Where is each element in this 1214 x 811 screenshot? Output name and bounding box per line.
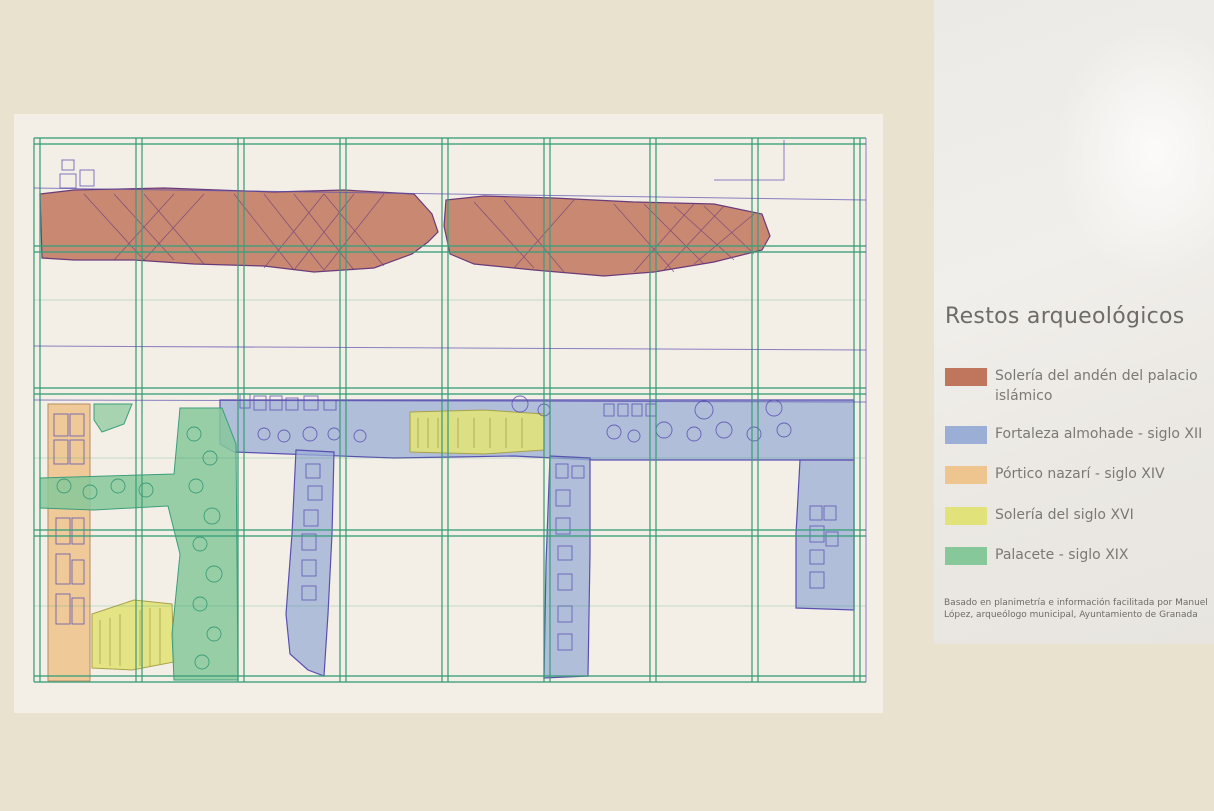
decorative-glow (1054, 20, 1214, 280)
islamic-pavement-east (443, 195, 771, 277)
pavement-xvi-south (91, 599, 175, 671)
almohad-tower-c (795, 459, 855, 611)
swatch-blue-icon (945, 426, 987, 444)
swatch-orange-icon (945, 466, 987, 484)
legend-panel: Restos arqueológicos Solería del andén d… (934, 0, 1214, 644)
palacete-north-fragment (93, 403, 133, 433)
swatch-green-icon (945, 547, 987, 565)
remains-layers (39, 159, 855, 682)
legend-title: Restos arqueológicos (945, 304, 1185, 329)
almohad-tower-a (285, 449, 335, 677)
legend-label: Fortaleza almohade - siglo XII (995, 426, 1203, 442)
legend-label: Solería del siglo XVI (995, 507, 1134, 523)
legend-label: Palacete - siglo XIX (995, 547, 1129, 563)
swatch-red-icon (945, 368, 987, 386)
legend-label: Pórtico nazarí - siglo XIV (995, 466, 1165, 482)
site-plan (14, 114, 883, 713)
almohad-tower-b (543, 455, 591, 679)
source-credit: Basado en planimetría e información faci… (944, 598, 1208, 620)
plan-drawing (33, 137, 867, 683)
legend-label: Solería del andén del palacio islámico (995, 368, 1198, 404)
pavement-xvi-north (409, 409, 545, 455)
swatch-yellow-icon (945, 507, 987, 525)
